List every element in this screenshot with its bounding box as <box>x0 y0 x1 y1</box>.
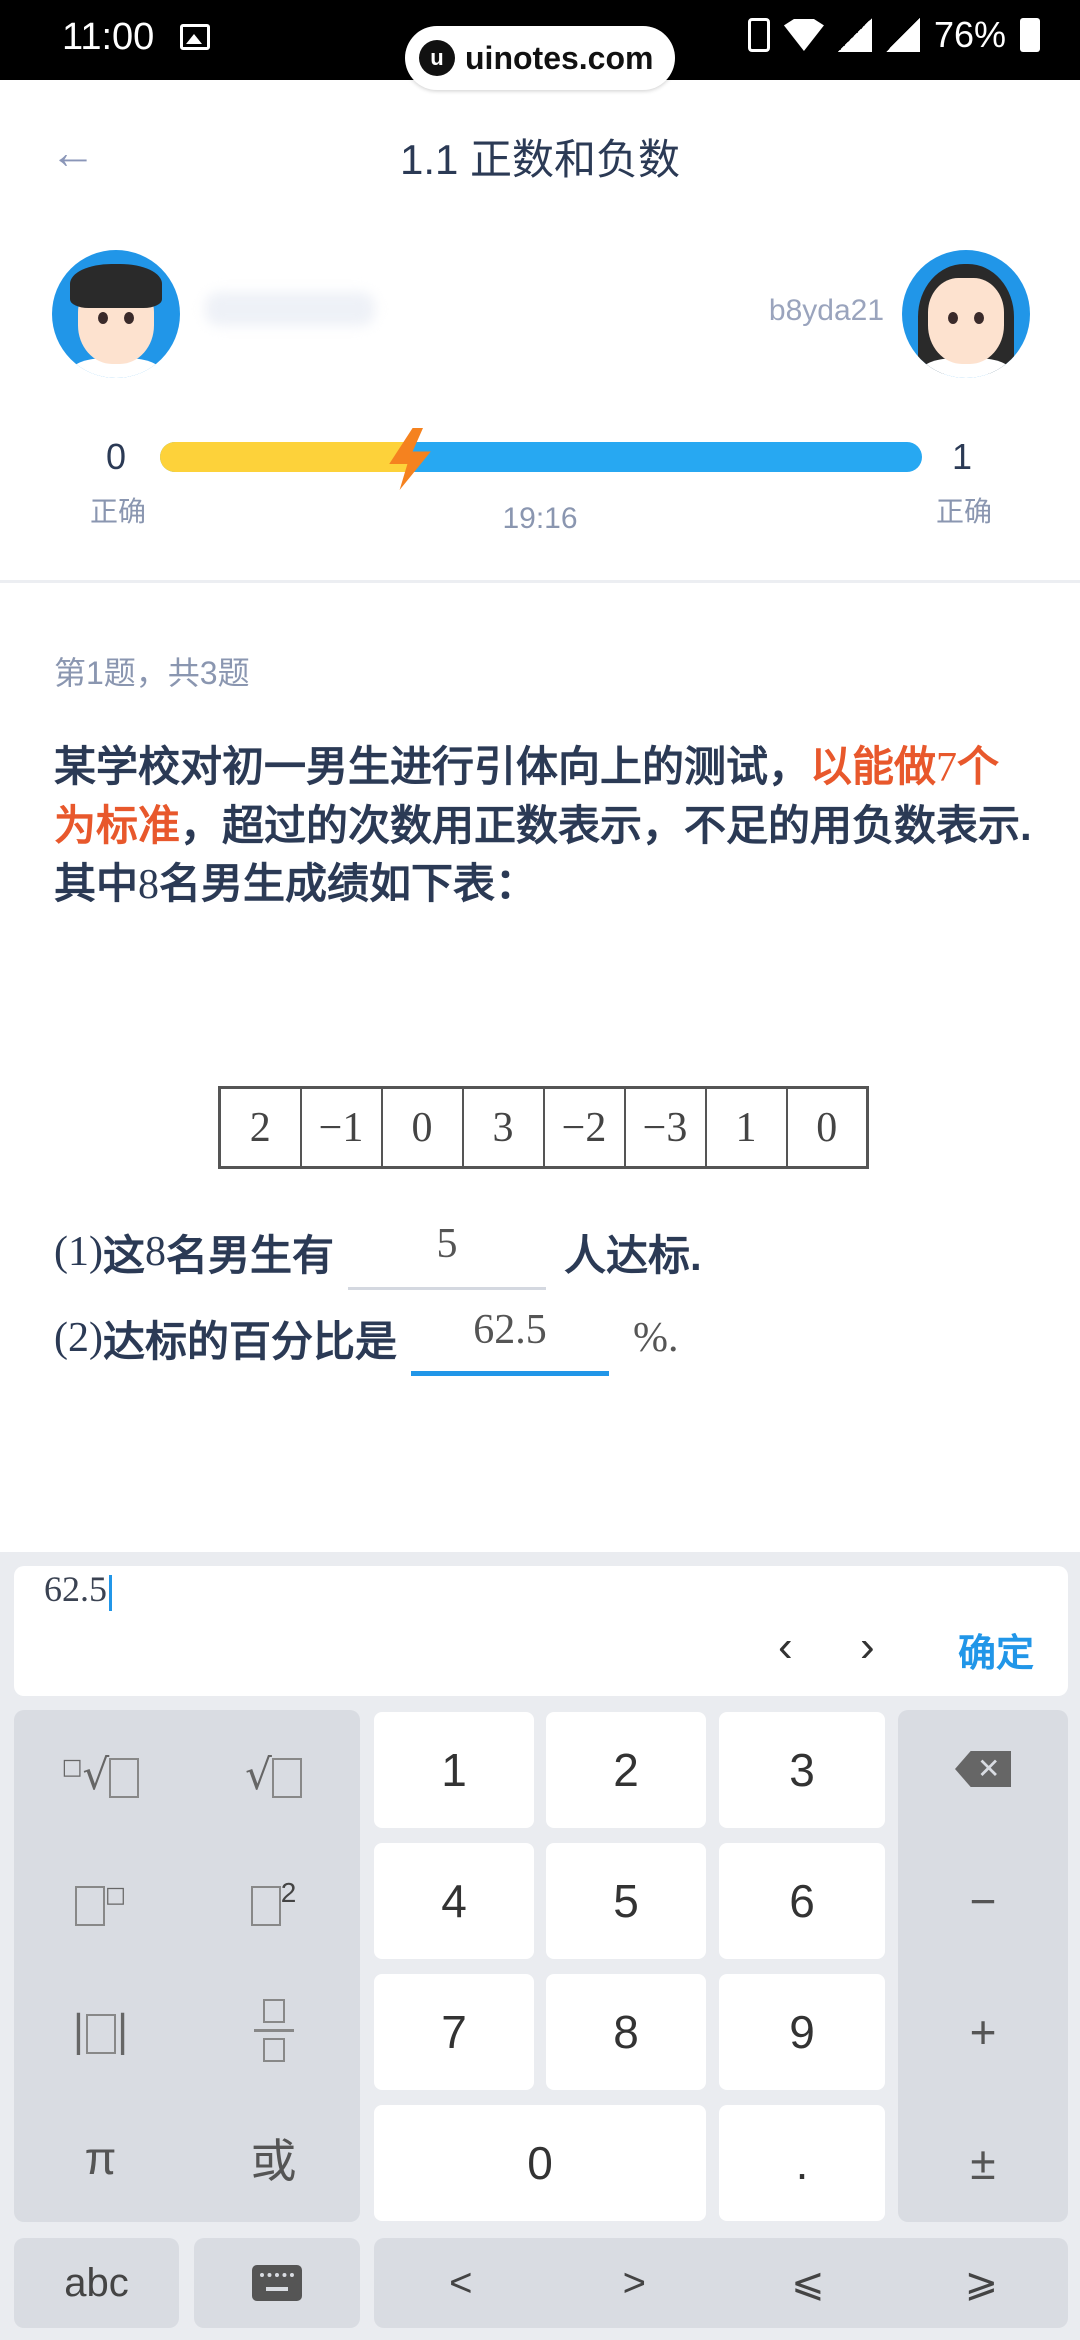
key-9[interactable]: 9 <box>719 1974 885 2090</box>
sqrt-key[interactable]: √ <box>187 1710 360 1838</box>
signal-icon <box>885 18 920 52</box>
wifi-icon <box>783 19 824 51</box>
key-4[interactable]: 4 <box>374 1843 534 1959</box>
key-7[interactable]: 7 <box>374 1974 534 2090</box>
sub-question-2: (2) 达标的百分比是 62.5 %. <box>54 1300 679 1376</box>
hide-keyboard-key[interactable] <box>194 2238 360 2328</box>
key-0[interactable]: 0 <box>374 2105 706 2221</box>
battery-icon <box>1020 18 1040 52</box>
divider <box>0 580 1080 583</box>
math-keyboard: 62.5 ‹ › 确定 □√ √ □ 2 | | π 或 1 2 3 4 5 6 … <box>0 1552 1080 2340</box>
key-6[interactable]: 6 <box>719 1843 885 1959</box>
abs-key[interactable]: | | <box>14 1966 187 2094</box>
header: ← 1.1 正数和负数 <box>0 80 1080 230</box>
greater-equal-key[interactable]: ⩾ <box>895 2260 1069 2306</box>
less-equal-key[interactable]: ⩽ <box>721 2260 895 2306</box>
page-title: 1.1 正数和负数 <box>399 136 681 183</box>
square-key[interactable]: 2 <box>187 1838 360 1966</box>
question-text: 某学校对初一男生进行引体向上的测试，以能做7个为标准，超过的次数用正数表示，不足… <box>54 743 1032 908</box>
vibrate-icon <box>747 18 770 52</box>
table-cell: 2 <box>218 1086 302 1169</box>
key-2[interactable]: 2 <box>546 1712 706 1828</box>
next-field-button[interactable]: › <box>860 1622 875 1672</box>
avatar-player-right <box>902 250 1030 378</box>
score-left: 0 <box>106 436 127 477</box>
table-cell: 0 <box>785 1086 869 1169</box>
player-name-right: b8yda21 <box>768 294 884 327</box>
or-key[interactable]: 或 <box>187 2094 360 2222</box>
key-decimal[interactable]: . <box>719 2105 885 2221</box>
nth-root-key[interactable]: □√ <box>14 1710 187 1838</box>
backspace-icon: ✕ <box>955 1751 1011 1787</box>
less-than-key[interactable]: < <box>374 2261 548 2306</box>
watermark-logo-icon: u <box>419 40 455 76</box>
table-cell: −3 <box>623 1086 707 1169</box>
image-notification-icon <box>180 24 210 50</box>
battery-percent: 76% <box>933 14 1006 55</box>
plus-minus-key[interactable]: ± <box>898 2105 1068 2221</box>
plus-key[interactable]: + <box>898 1974 1068 2090</box>
fraction-key[interactable] <box>187 1966 360 2094</box>
power-key[interactable]: □ <box>14 1838 187 1966</box>
confirm-button[interactable]: 确定 <box>958 1622 1034 1677</box>
status-icons: 76% <box>747 14 1040 56</box>
watermark: u uinotes.com <box>405 26 675 90</box>
status-time: 11:00 <box>62 16 155 58</box>
fraction-icon <box>253 1998 294 2062</box>
sub-question-1: (1) 这 8 名男生有 5 人达标. <box>54 1214 702 1290</box>
backspace-key[interactable]: ✕ <box>898 1710 1068 1828</box>
pi-key[interactable]: π <box>14 2094 187 2222</box>
answer-field-1[interactable]: 5 <box>348 1214 547 1290</box>
keyboard-input-bar: 62.5 ‹ › 确定 <box>14 1566 1068 1696</box>
versus-progress-bar <box>160 442 922 472</box>
square-icon: 2 <box>250 1877 296 1927</box>
timer: 19:16 <box>502 502 578 535</box>
key-5[interactable]: 5 <box>546 1843 706 1959</box>
table-cell: 3 <box>461 1086 545 1169</box>
avatar-player-left <box>52 250 180 378</box>
key-3[interactable]: 3 <box>719 1712 885 1828</box>
keyboard-input[interactable]: 62.5 <box>44 1568 112 1611</box>
watermark-text: uinotes.com <box>465 39 654 76</box>
table-cell: 0 <box>380 1086 464 1169</box>
sqrt-icon: √ <box>245 1750 302 1799</box>
table-cell: −1 <box>299 1086 383 1169</box>
table-cell: −2 <box>542 1086 626 1169</box>
text-cursor <box>109 1574 112 1611</box>
key-1[interactable]: 1 <box>374 1712 534 1828</box>
key-8[interactable]: 8 <box>546 1974 706 2090</box>
score-right: 1 <box>952 436 973 477</box>
comparison-key-row: < > ⩽ ⩾ <box>374 2238 1068 2328</box>
absolute-value-icon: | | <box>71 2005 130 2055</box>
table-row: 2 −1 0 3 −2 −3 1 0 <box>218 1086 869 1169</box>
abc-key[interactable]: abc <box>14 2238 179 2328</box>
nth-root-icon: □√ <box>62 1750 140 1799</box>
prev-field-button[interactable]: ‹ <box>778 1622 793 1672</box>
greater-than-key[interactable]: > <box>548 2261 722 2306</box>
keyboard-icon <box>252 2265 302 2301</box>
question-index: 第1题，共3题 <box>54 655 250 691</box>
scores-table: 2 −1 0 3 −2 −3 1 0 <box>218 1086 869 1169</box>
power-icon: □ <box>75 1878 126 1927</box>
table-cell: 1 <box>704 1086 788 1169</box>
answer-field-2-active[interactable]: 62.5 <box>411 1300 609 1376</box>
minus-key[interactable]: − <box>898 1843 1068 1959</box>
signal-icon <box>837 18 872 52</box>
progress-fill-left <box>160 442 412 472</box>
player-name-left-blurred <box>205 292 375 326</box>
